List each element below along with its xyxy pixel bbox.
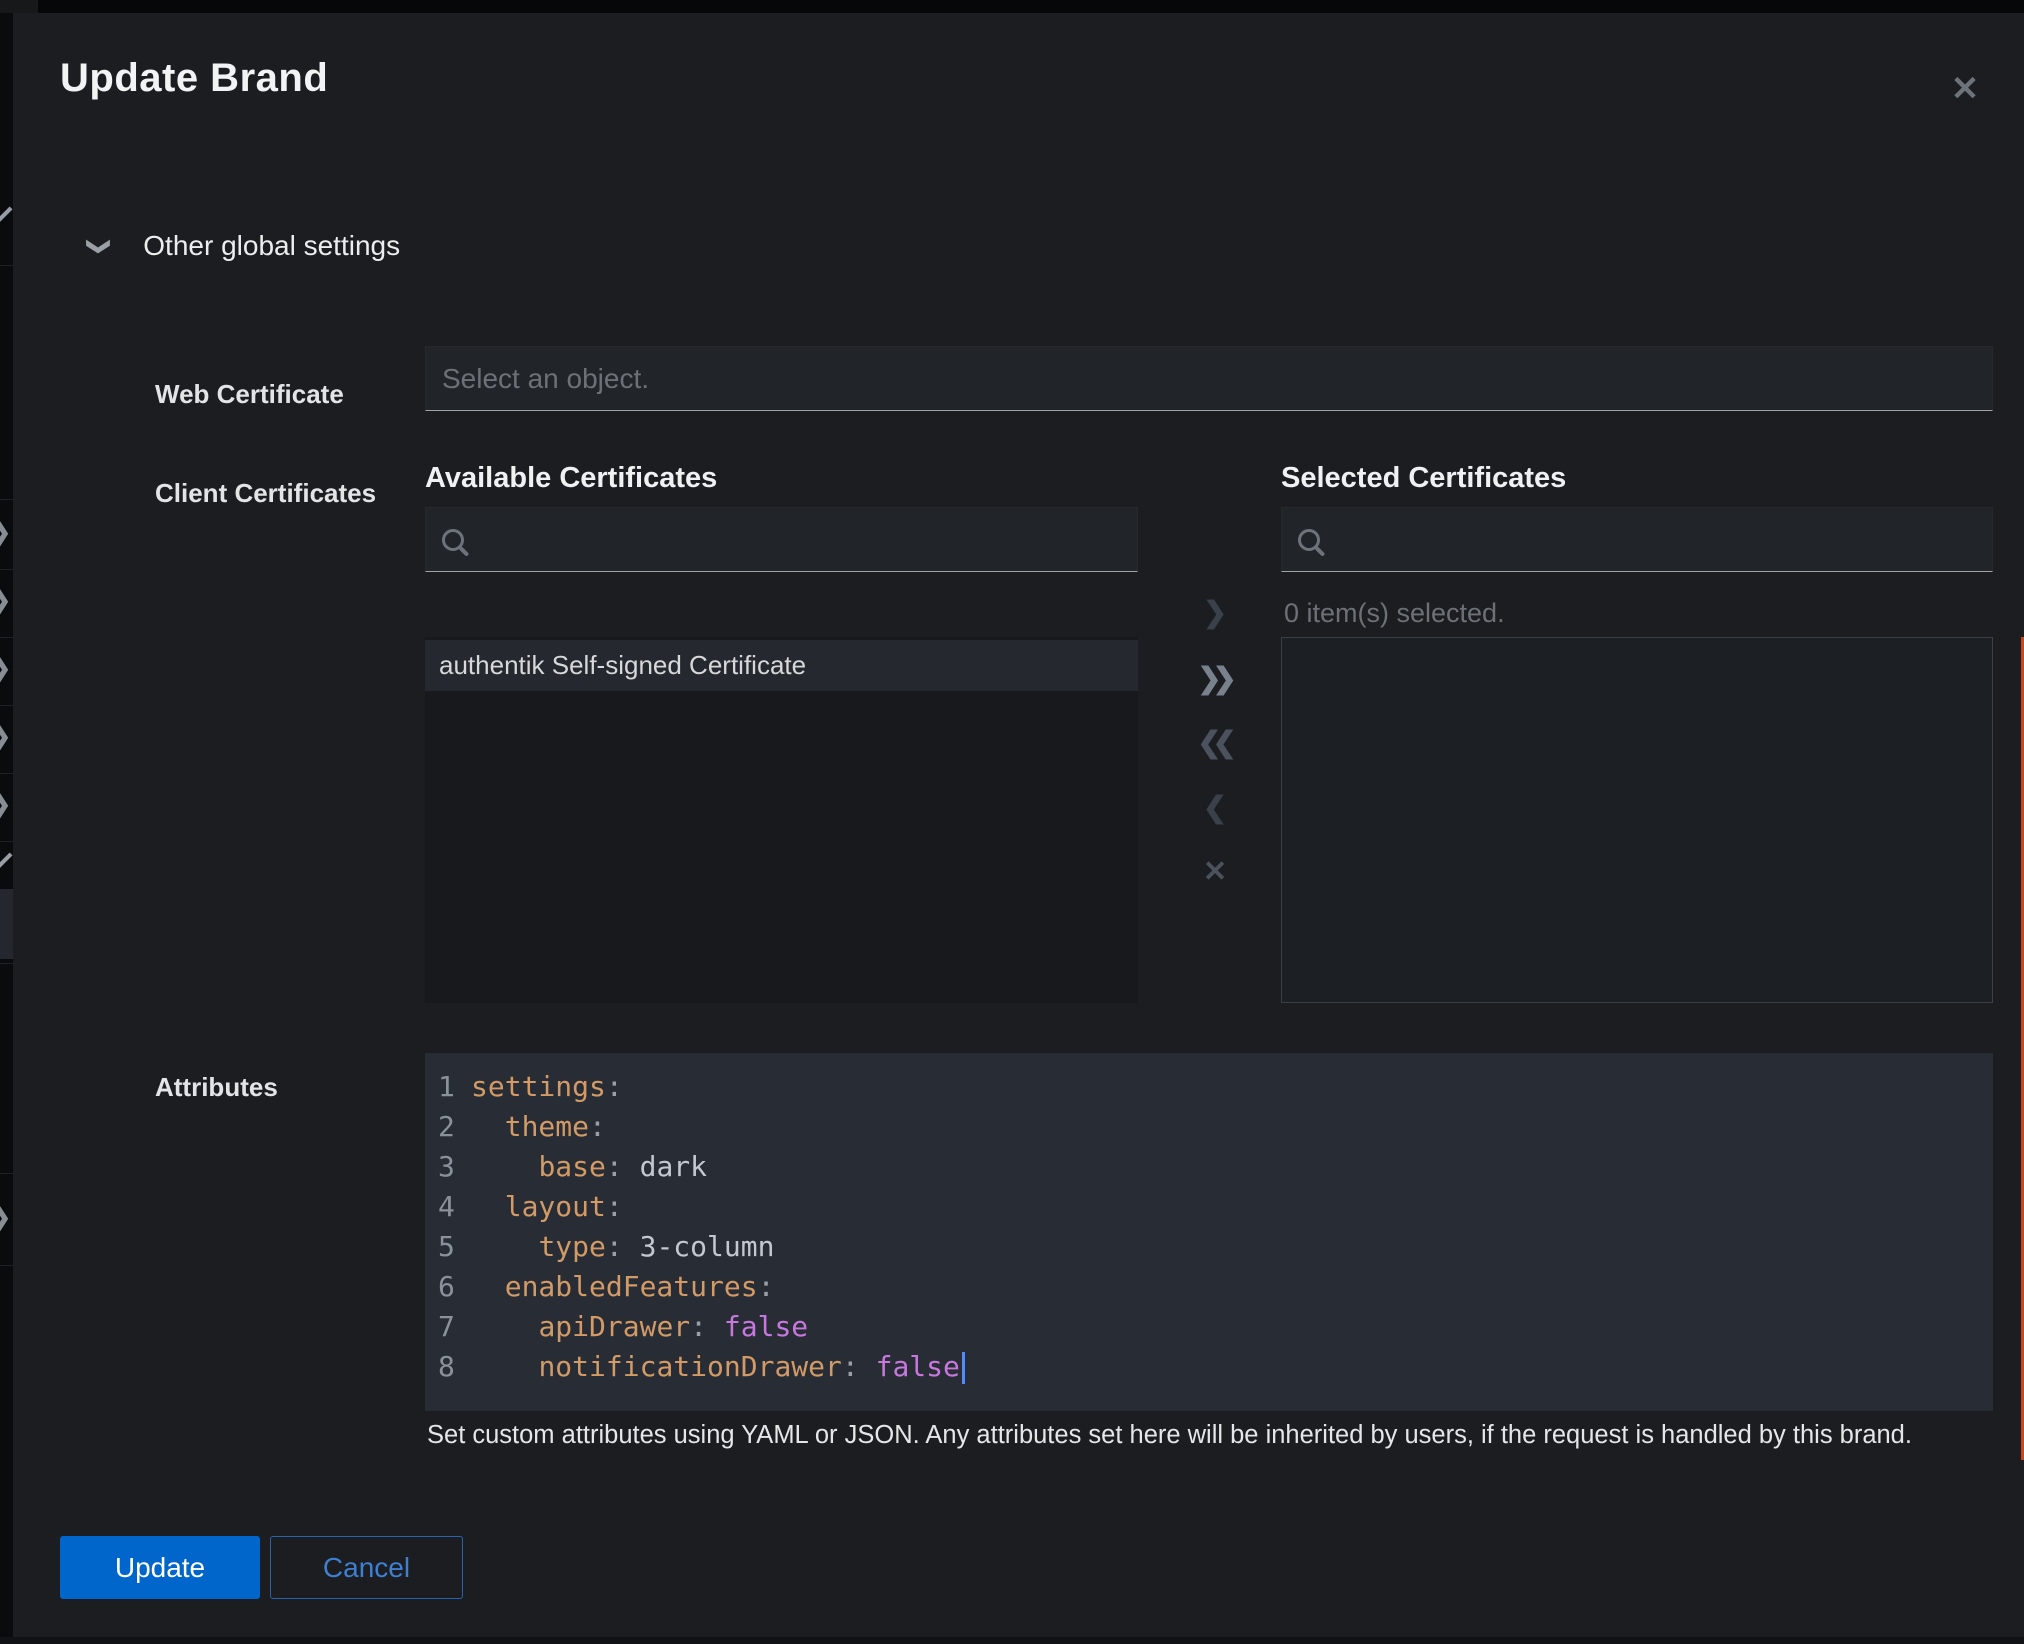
code-line: 6 enabledFeatures: bbox=[425, 1267, 1993, 1307]
sidebar-chevron-icon: ❯ bbox=[0, 722, 11, 751]
code-line: 2 theme: bbox=[425, 1107, 1993, 1147]
sidebar-check-icon bbox=[0, 207, 12, 224]
code-line: 3 base: dark bbox=[425, 1147, 1993, 1187]
code-line: 4 layout: bbox=[425, 1187, 1993, 1227]
clear-selected-button[interactable]: ✕ bbox=[1191, 849, 1239, 895]
chevron-down-icon: ❯ bbox=[86, 236, 113, 255]
line-content: notificationDrawer: false bbox=[471, 1347, 965, 1387]
selected-certificates-search-input[interactable] bbox=[1281, 507, 1993, 572]
available-certificates-list: authentik Self-signed Certificate bbox=[425, 637, 1138, 1003]
collapse-label: Other global settings bbox=[143, 230, 400, 262]
code-lines: 1settings:2 theme:3 base: dark4 layout:5… bbox=[425, 1067, 1993, 1387]
line-number: 1 bbox=[425, 1067, 471, 1107]
selected-certificates-heading: Selected Certificates bbox=[1281, 462, 1566, 495]
code-line: 5 type: 3-column bbox=[425, 1227, 1993, 1267]
cancel-button[interactable]: Cancel bbox=[270, 1536, 463, 1599]
sidebar-chevron-icon: ❯ bbox=[0, 518, 11, 547]
available-certificate-item[interactable]: authentik Self-signed Certificate bbox=[425, 640, 1138, 691]
line-content: theme: bbox=[471, 1107, 606, 1147]
line-number: 7 bbox=[425, 1307, 471, 1347]
web-certificate-placeholder: Select an object. bbox=[442, 363, 649, 395]
move-all-left-button[interactable]: ❮❮ bbox=[1191, 720, 1239, 766]
web-certificate-label: Web Certificate bbox=[155, 379, 344, 410]
background-sidebar-sliver: ❯ ❯ ❯ ❯ ❯ ❯ bbox=[0, 13, 13, 1644]
text-cursor bbox=[962, 1352, 965, 1384]
sidebar-chevron-icon: ❯ bbox=[0, 790, 11, 819]
line-content: type: 3-column bbox=[471, 1227, 774, 1267]
modal-title: Update Brand bbox=[60, 56, 328, 101]
client-certificates-label: Client Certificates bbox=[155, 478, 376, 509]
close-icon[interactable]: ✕ bbox=[1940, 66, 1990, 112]
line-content: apiDrawer: false bbox=[471, 1307, 808, 1347]
attributes-label: Attributes bbox=[155, 1072, 278, 1103]
sidebar-chevron-icon: ❯ bbox=[0, 586, 11, 615]
code-line: 1settings: bbox=[425, 1067, 1993, 1107]
top-backdrop-strip bbox=[0, 0, 2024, 13]
available-certificates-heading: Available Certificates bbox=[425, 462, 717, 495]
code-line: 7 apiDrawer: false bbox=[425, 1307, 1993, 1347]
line-number: 4 bbox=[425, 1187, 471, 1227]
sidebar-chevron-icon: ❯ bbox=[0, 654, 11, 683]
code-line: 8 notificationDrawer: false bbox=[425, 1347, 1993, 1387]
selected-certificates-list bbox=[1281, 637, 1993, 1003]
move-all-right-button[interactable]: ❯❯ bbox=[1191, 656, 1239, 702]
move-selected-right-button[interactable]: ❯ bbox=[1191, 590, 1239, 636]
selected-count-text: 0 item(s) selected. bbox=[1284, 598, 1505, 629]
line-content: base: dark bbox=[471, 1147, 707, 1187]
line-number: 8 bbox=[425, 1347, 471, 1387]
sidebar-active-item-sliver bbox=[0, 889, 13, 959]
line-number: 2 bbox=[425, 1107, 471, 1147]
line-content: enabledFeatures: bbox=[471, 1267, 774, 1307]
update-brand-modal: Update Brand ✕ ❯ Other global settings W… bbox=[13, 13, 2024, 1637]
attributes-help-text: Set custom attributes using YAML or JSON… bbox=[427, 1421, 1987, 1450]
bottom-backdrop-strip bbox=[0, 1637, 2024, 1644]
move-selected-left-button[interactable]: ❮ bbox=[1191, 785, 1239, 831]
sidebar-chevron-icon: ❯ bbox=[0, 1203, 11, 1232]
search-icon bbox=[442, 529, 464, 551]
sidebar-check-icon bbox=[0, 853, 12, 870]
line-number: 6 bbox=[425, 1267, 471, 1307]
available-certificates-search-input[interactable] bbox=[425, 507, 1138, 572]
line-content: settings: bbox=[471, 1067, 623, 1107]
web-certificate-select[interactable]: Select an object. bbox=[425, 346, 1993, 411]
line-content: layout: bbox=[471, 1187, 623, 1227]
update-button[interactable]: Update bbox=[60, 1536, 260, 1599]
line-number: 3 bbox=[425, 1147, 471, 1187]
line-number: 5 bbox=[425, 1227, 471, 1267]
collapse-other-global-settings[interactable]: ❯ Other global settings bbox=[90, 224, 400, 268]
search-icon bbox=[1298, 529, 1320, 551]
attributes-code-editor[interactable]: 1settings:2 theme:3 base: dark4 layout:5… bbox=[425, 1053, 1993, 1411]
